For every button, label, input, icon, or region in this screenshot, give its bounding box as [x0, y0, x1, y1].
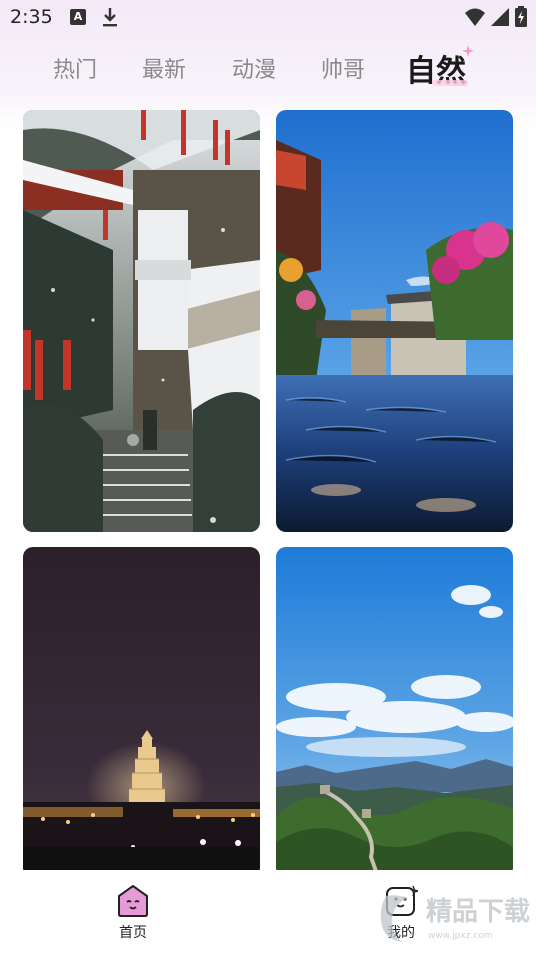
- sparkle-icon: [462, 45, 474, 57]
- status-time: 2:35: [10, 6, 53, 28]
- download-icon: [103, 8, 117, 27]
- active-tab-indicator: [432, 80, 468, 86]
- profile-icon: [386, 885, 418, 916]
- wallpaper-card-night-pagoda[interactable]: [23, 547, 260, 877]
- wallpaper-card-great-wall[interactable]: [276, 547, 513, 877]
- cellular-icon: [491, 8, 509, 26]
- status-icons: [464, 6, 528, 28]
- wallpaper-card-snowy-temple[interactable]: [23, 110, 260, 532]
- wallpaper-image: [23, 110, 260, 532]
- nav-mine[interactable]: 我的: [361, 884, 441, 942]
- home-icon: [118, 885, 148, 917]
- tab-latest[interactable]: 最新: [142, 52, 186, 84]
- wallpaper-image: [276, 110, 513, 532]
- bottom-nav: 首页 我的: [0, 870, 536, 954]
- a-notification-icon: A: [70, 9, 86, 25]
- nav-home[interactable]: 首页: [93, 884, 173, 942]
- wallpaper-image: [276, 547, 513, 877]
- status-bar: 2:35 A: [0, 0, 536, 36]
- tab-handsome[interactable]: 帅哥: [321, 52, 365, 84]
- wifi-icon: [465, 8, 485, 26]
- wallpaper-card-village-canal[interactable]: [276, 110, 513, 532]
- battery-charging-icon: [515, 6, 527, 27]
- tab-hot[interactable]: 热门: [53, 52, 97, 84]
- nav-mine-label: 我的: [387, 925, 415, 941]
- nav-home-label: 首页: [119, 925, 147, 941]
- tab-anime[interactable]: 动漫: [232, 52, 276, 84]
- wallpaper-image: [23, 547, 260, 877]
